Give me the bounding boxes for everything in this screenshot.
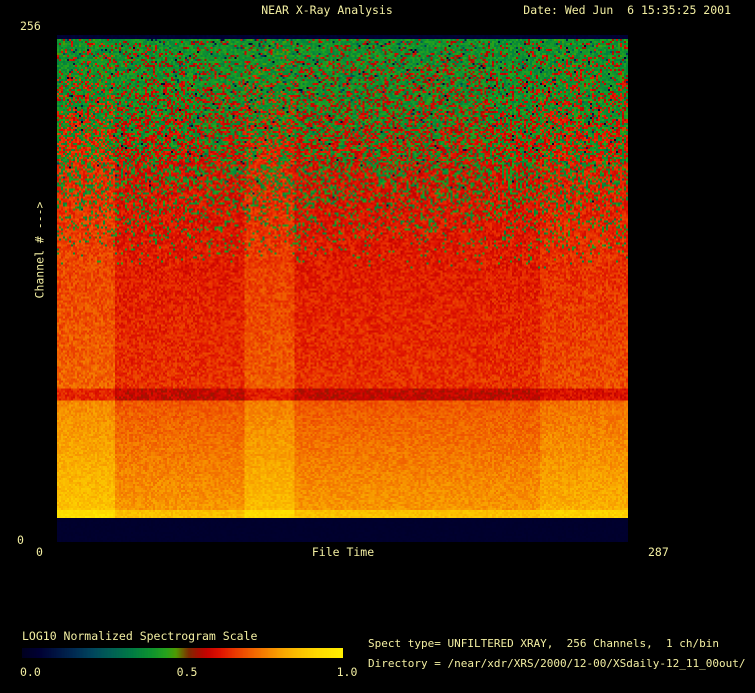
y-axis-title: Channel # --->	[32, 201, 47, 299]
directory-line: Directory = /near/xdr/XRS/2000/12-00/XSd…	[368, 657, 746, 670]
spect-type-line: Spect type= UNFILTERED XRAY, 256 Channel…	[368, 637, 719, 650]
y-axis-min-label: 0	[17, 533, 24, 547]
x-axis-title: File Time	[311, 545, 375, 559]
spectrogram-heatmap	[57, 35, 628, 542]
x-axis-min-label: 0	[36, 545, 43, 559]
colorbar-tick-mid: 0.5	[176, 665, 198, 679]
colorbar-tick-max: 1.0	[336, 665, 358, 679]
x-axis-max-label: 287	[648, 545, 669, 559]
xray-analysis-window: NEAR X-Ray Analysis Date: Wed Jun 6 15:3…	[0, 0, 755, 693]
colorbar-gradient	[22, 648, 343, 658]
y-axis-max-label: 256	[20, 19, 41, 33]
date-label: Date: Wed Jun 6 15:35:25 2001	[523, 3, 731, 17]
colorbar-tick-min: 0.0	[20, 665, 41, 679]
page-title: NEAR X-Ray Analysis	[261, 3, 393, 17]
colorbar-title: LOG10 Normalized Spectrogram Scale	[22, 629, 258, 643]
